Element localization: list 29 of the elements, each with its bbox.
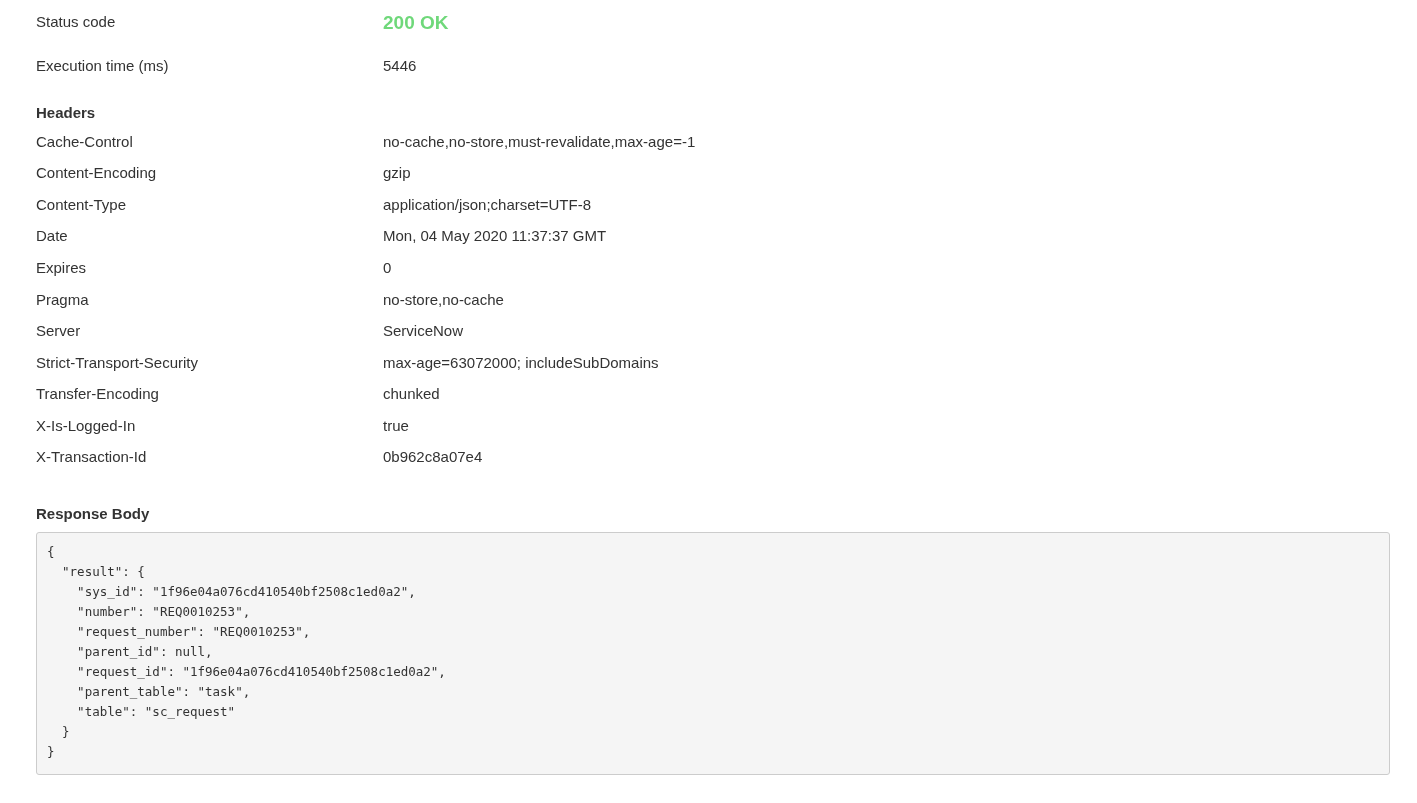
status-value: 200 OK: [383, 11, 449, 36]
header-name: X-Is-Logged-In: [36, 415, 137, 436]
header-name: Server: [36, 321, 82, 342]
header-value: 0b962c8a07e4: [383, 447, 483, 468]
header-name: Cache-Control: [36, 131, 134, 152]
header-name: X-Transaction-Id: [36, 447, 148, 468]
section-heading: Headers: [36, 102, 96, 123]
header-value: application/json;charset=UTF-8: [383, 194, 591, 215]
header-value: Mon, 04 May 2020 11:37:37 GMT: [383, 226, 607, 247]
execution-time-value: 5446: [383, 55, 417, 76]
header-value: no-cache,no-store,must-revalidate,max-age=-1: [383, 131, 696, 152]
status-label: Status code: [36, 11, 117, 32]
section-heading: Response Body: [36, 504, 150, 525]
header-name: Date: [36, 226, 69, 247]
header-name: Content-Encoding: [36, 163, 158, 184]
header-value: chunked: [383, 384, 440, 405]
header-value: max-age=63072000; includeSubDomains: [383, 352, 659, 373]
header-value: no-store,no-cache: [383, 289, 504, 310]
header-name: Expires: [36, 257, 88, 278]
header-value: ServiceNow: [383, 321, 464, 342]
header-name: Pragma: [36, 289, 90, 310]
execution-time-label: Execution time (ms): [36, 55, 170, 76]
header-name: Strict-Transport-Security: [36, 352, 199, 373]
header-value: gzip: [383, 163, 411, 184]
header-value: true: [383, 415, 409, 436]
response-body-code: { "result": { "sys_id": "1f96e04a076cd410540bf2508c1ed0a2", "number": "REQ0010253", "request_number": "REQ0010253", "parent_id": null, "request_id": "1f96e04a076cd410540bf2508c1ed0a2", "parent_table": "task", "table": "sc_request" } }: [36, 531, 1390, 775]
header-name: Transfer-Encoding: [36, 384, 160, 405]
header-value: 0: [383, 257, 392, 278]
header-name: Content-Type: [36, 194, 128, 215]
